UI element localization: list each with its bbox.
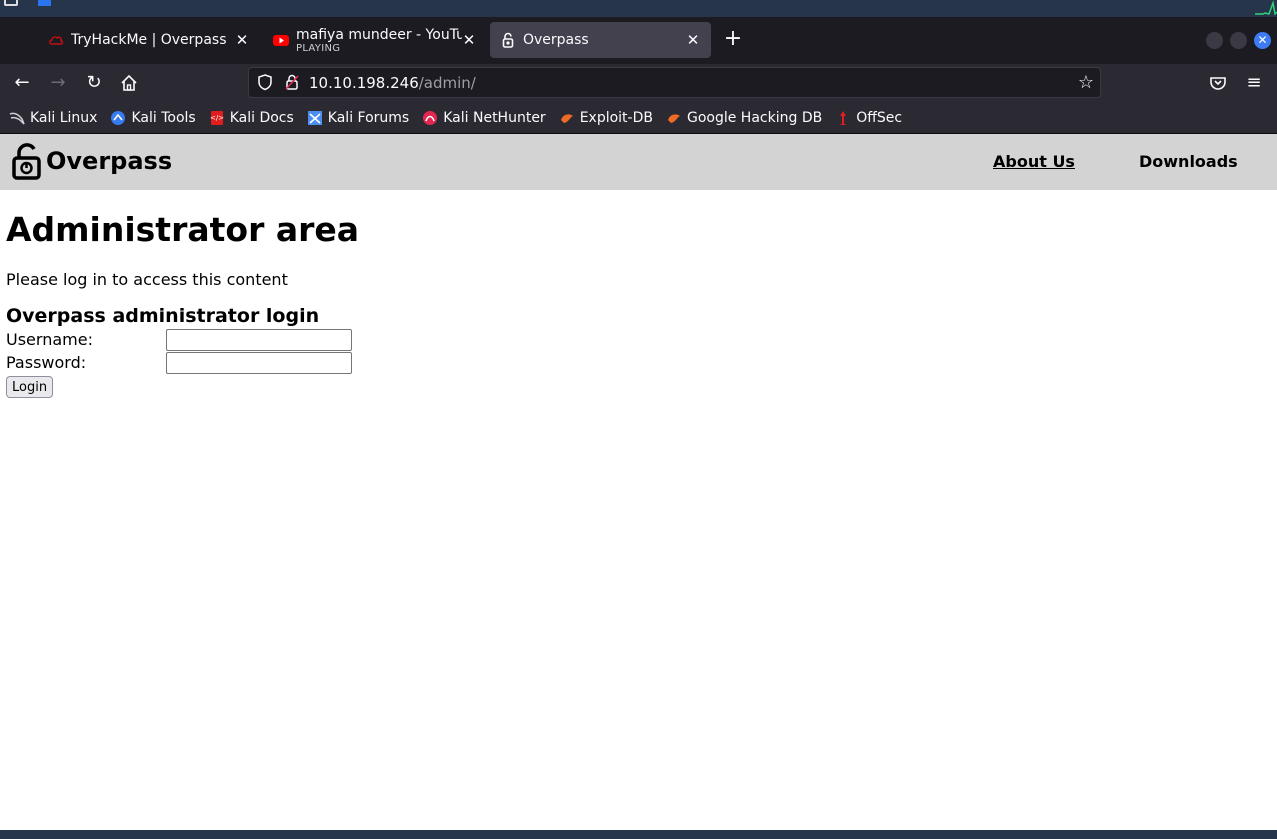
tab-title: mafiya mundeer - YouTube (296, 26, 462, 43)
new-tab-button[interactable]: + (722, 28, 744, 50)
menu-icon[interactable]: ≡ (1243, 72, 1265, 94)
kali-docs-icon: </> (210, 110, 224, 125)
nav-about-us-link[interactable]: About Us (993, 152, 1075, 171)
insecure-lock-icon[interactable] (283, 73, 301, 91)
login-prompt-text: Please log in to access this content (6, 270, 288, 289)
tab-bar: TryHackMe | Overpass ✕ mafiya mundeer - … (0, 17, 1277, 64)
maximize-button[interactable] (1230, 32, 1247, 49)
bookmark-star-icon[interactable]: ☆ (1078, 72, 1094, 93)
close-icon[interactable]: ✕ (234, 31, 250, 49)
reload-button[interactable]: ↻ (83, 72, 105, 94)
close-window-button[interactable]: ✕ (1254, 32, 1271, 49)
nethunter-icon (423, 110, 438, 125)
back-button[interactable]: ← (11, 72, 33, 94)
tab-playing-label: PLAYING (296, 42, 341, 54)
tab-title: Overpass (523, 32, 589, 48)
bookmark-label: Exploit-DB (579, 109, 653, 126)
bookmark-kali-linux[interactable]: Kali Linux (9, 110, 97, 126)
cpu-graph-icon (1255, 0, 1277, 17)
minimize-button[interactable] (1206, 32, 1223, 49)
workspace-active-icon[interactable] (38, 0, 51, 6)
tryhackme-icon (49, 36, 64, 45)
kali-tools-icon (111, 110, 126, 125)
exploit-db-icon (560, 113, 573, 123)
page-title: Administrator area (6, 210, 360, 249)
tab-youtube[interactable]: mafiya mundeer - YouTube PLAYING ✕ (265, 22, 485, 58)
tab-tryhackme[interactable]: TryHackMe | Overpass ✕ (40, 22, 260, 58)
ghdb-icon (667, 113, 680, 123)
url-host: 10.10.198.246 (309, 73, 419, 92)
web-page: Overpass About Us Downloads Administrato… (0, 134, 1277, 830)
login-button[interactable]: Login (6, 376, 54, 398)
bookmark-kali-tools[interactable]: Kali Tools (110, 109, 196, 126)
desktop-panel (0, 0, 1277, 17)
workspace-icon[interactable] (4, 0, 18, 6)
kali-forums-icon (307, 110, 322, 125)
offsec-icon (839, 110, 848, 125)
youtube-icon (273, 35, 289, 46)
tab-title: TryHackMe | Overpass (71, 32, 227, 48)
bookmark-kali-forums[interactable]: Kali Forums (307, 110, 409, 126)
address-bar[interactable]: 10.10.198.246/admin/ ☆ (248, 67, 1101, 98)
site-title[interactable]: Overpass (46, 147, 172, 175)
padlock-logo-icon (12, 143, 41, 180)
username-label: Username: (6, 330, 93, 349)
url-path: /admin/ (418, 73, 476, 92)
kali-dragon-icon (9, 112, 25, 125)
bookmark-kali-nethunter[interactable]: Kali NetHunter (422, 109, 546, 126)
bookmark-label: Kali Tools (131, 109, 196, 126)
tab-overpass[interactable]: Overpass ✕ (490, 22, 711, 58)
home-icon[interactable] (118, 72, 140, 94)
password-label: Password: (6, 353, 87, 372)
padlock-icon (502, 32, 514, 48)
password-input[interactable] (166, 352, 352, 374)
bookmark-label: Kali Docs (229, 109, 294, 126)
bookmark-google-hacking-db[interactable]: Google Hacking DB (666, 110, 822, 126)
close-icon[interactable]: ✕ (685, 31, 701, 49)
bookmark-offsec[interactable]: OffSec (835, 110, 902, 126)
shield-icon[interactable] (256, 73, 274, 91)
close-icon[interactable]: ✕ (461, 31, 477, 49)
bookmark-label: Google Hacking DB (686, 109, 823, 126)
username-input[interactable] (166, 329, 352, 351)
nav-downloads-link[interactable]: Downloads (1139, 152, 1238, 171)
login-form-title: Overpass administrator login (6, 305, 320, 327)
bookmark-exploit-db[interactable]: Exploit-DB (559, 110, 653, 126)
bookmark-label: Kali Forums (327, 109, 410, 126)
desktop-bottom-edge (0, 830, 1277, 839)
bookmark-label: OffSec (856, 109, 903, 126)
navigation-bar: ← → ↻ 10.10.198.246/admin/ ☆ ≡ (0, 64, 1277, 102)
svg-text:</>: </> (210, 114, 224, 122)
bookmark-kali-docs[interactable]: </> Kali Docs (209, 110, 294, 126)
bookmark-label: Kali Linux (30, 109, 98, 126)
pocket-icon[interactable] (1207, 72, 1229, 94)
bookmark-label: Kali NetHunter (443, 109, 546, 126)
forward-button[interactable]: → (47, 72, 69, 94)
site-header: Overpass About Us Downloads (0, 134, 1277, 190)
bookmarks-bar: Kali Linux Kali Tools </> Kali Docs Kali… (0, 102, 1277, 134)
